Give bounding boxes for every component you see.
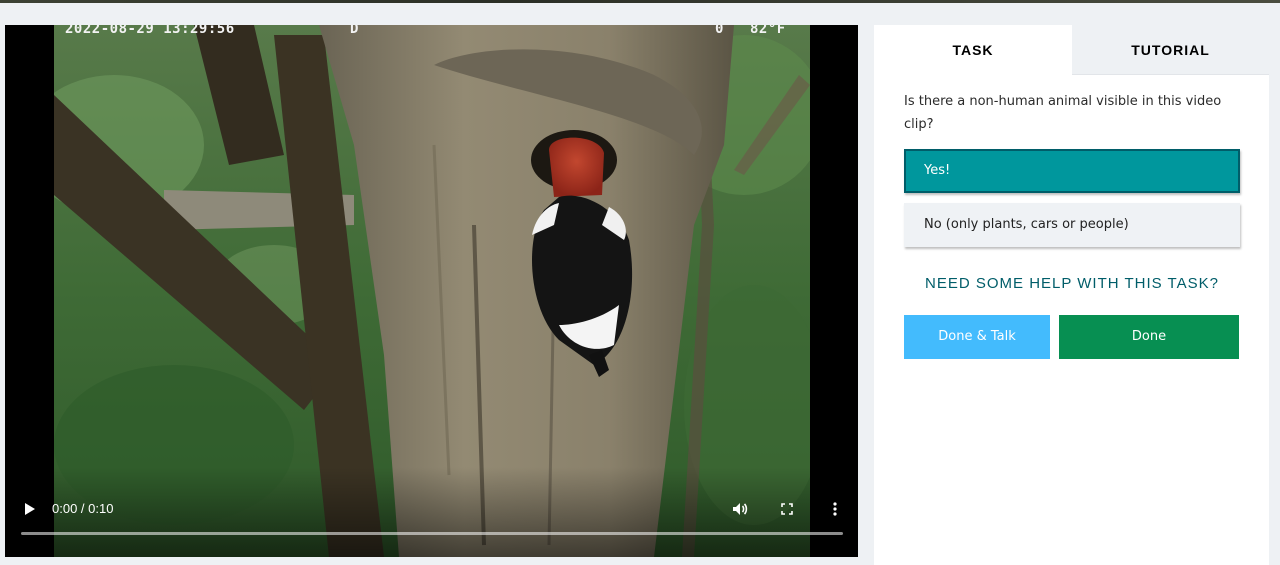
task-panel: TASK TUTORIAL Is there a non-human anima…: [874, 25, 1269, 565]
video-player[interactable]: 2022-08-29 13:29:56 D 0 82°F 0:00 / 0:10: [5, 25, 858, 557]
video-moon-overlay: 0: [715, 25, 724, 37]
tab-bar: TASK TUTORIAL: [874, 25, 1269, 75]
answer-no-button[interactable]: No (only plants, cars or people): [904, 203, 1240, 247]
fullscreen-icon[interactable]: [777, 499, 797, 519]
volume-icon[interactable]: [730, 499, 750, 519]
video-progress-bar[interactable]: [21, 532, 843, 535]
video-timestamp-overlay: 2022-08-29 13:29:56: [65, 25, 235, 37]
play-icon[interactable]: [21, 499, 39, 519]
more-options-icon[interactable]: [825, 499, 845, 519]
task-question: Is there a non-human animal visible in t…: [904, 94, 1222, 132]
done-and-talk-button[interactable]: Done & Talk: [904, 315, 1050, 359]
help-link[interactable]: NEED SOME HELP WITH THIS TASK?: [904, 275, 1240, 292]
tab-task[interactable]: TASK: [874, 25, 1072, 75]
answer-yes-button[interactable]: Yes!: [904, 149, 1240, 193]
video-mode-overlay: D: [350, 25, 359, 37]
top-bar: [0, 0, 1280, 3]
tab-tutorial[interactable]: TUTORIAL: [1072, 25, 1269, 75]
video-time-display: 0:00 / 0:10: [52, 501, 114, 516]
video-temperature-overlay: 82°F: [750, 25, 786, 37]
done-button[interactable]: Done: [1059, 315, 1239, 359]
